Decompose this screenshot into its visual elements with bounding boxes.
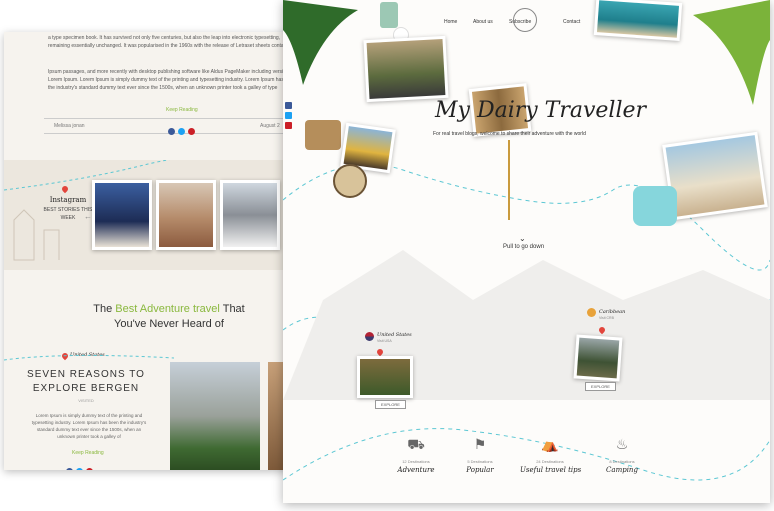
pinterest-icon[interactable] bbox=[285, 122, 292, 129]
share-icons bbox=[168, 122, 198, 140]
us-flag-icon bbox=[365, 332, 374, 341]
heading-text: That bbox=[222, 303, 245, 315]
nav-about[interactable]: About us bbox=[473, 19, 493, 25]
category-sub: 24 Destinations bbox=[536, 459, 564, 464]
site-title: My Dairy Traveller bbox=[435, 98, 647, 123]
keep-reading-link[interactable]: Keep Reading bbox=[166, 107, 198, 113]
instagram-section: Instagram BEST STORIES THIS WEEK ← bbox=[4, 160, 298, 270]
share-icons bbox=[66, 462, 96, 470]
category-camping[interactable]: Camping bbox=[597, 466, 647, 474]
article-image[interactable] bbox=[170, 362, 260, 470]
post-date: August 2 bbox=[260, 123, 280, 129]
twitter-icon[interactable] bbox=[76, 468, 83, 470]
article-title[interactable]: SEVEN REASONS TO EXPLORE BERGEN bbox=[24, 368, 148, 396]
category-sub: 12 Destinations bbox=[402, 459, 430, 464]
hero-photo[interactable] bbox=[363, 35, 449, 103]
back-page-preview: a type specimen book. It has survived no… bbox=[4, 32, 298, 470]
camera-icon bbox=[633, 186, 677, 226]
bag-icon bbox=[305, 120, 341, 150]
article-paragraph: Ipsum passages, and more recently with d… bbox=[48, 69, 297, 91]
nav-home[interactable]: Home bbox=[444, 19, 457, 25]
map-photo[interactable] bbox=[357, 356, 413, 398]
map-sub: Visit CRB bbox=[599, 316, 614, 320]
side-social bbox=[285, 102, 295, 129]
twitter-icon[interactable] bbox=[178, 128, 185, 135]
campfire-icon: ♨ bbox=[615, 436, 629, 452]
hero-photo[interactable] bbox=[662, 131, 768, 221]
chevron-down-icon[interactable]: ⌄ bbox=[519, 234, 526, 243]
caribbean-flag-icon bbox=[587, 308, 596, 317]
map-country: Caribbean bbox=[599, 309, 626, 315]
facebook-icon[interactable] bbox=[66, 468, 73, 470]
keep-reading-link[interactable]: Keep Reading bbox=[72, 450, 104, 456]
pinterest-icon[interactable] bbox=[86, 468, 93, 470]
article-visitors: VISITED bbox=[78, 398, 94, 403]
arrow-left-icon[interactable]: ← bbox=[84, 212, 92, 221]
backpack-icon: ⛺ bbox=[541, 436, 559, 452]
instagram-photo[interactable] bbox=[92, 180, 152, 250]
hero-photo[interactable] bbox=[593, 0, 683, 41]
map-sub: Visit USA bbox=[377, 339, 392, 343]
palm-leaf-icon bbox=[283, 0, 358, 85]
signpost-icon: ⚑ bbox=[473, 436, 487, 452]
category-sub: 5 Destinations bbox=[467, 459, 493, 464]
compass-icon bbox=[513, 8, 537, 32]
article-paragraph: a type specimen book. It has survived no… bbox=[48, 35, 295, 49]
nav-contact[interactable]: Contact bbox=[563, 19, 580, 25]
category-sub: 8 Destinations bbox=[609, 459, 635, 464]
route-line bbox=[4, 354, 174, 361]
instagram-title: Instagram bbox=[49, 196, 87, 204]
section-heading: The Best Adventure travel That You've Ne… bbox=[64, 302, 274, 332]
author-name: Melissa jonan bbox=[54, 123, 85, 129]
van-icon: ⛟ bbox=[407, 436, 425, 452]
explore-tag[interactable]: EXPLORE bbox=[585, 382, 616, 391]
facebook-icon[interactable] bbox=[168, 128, 175, 135]
statue-of-liberty-icon bbox=[380, 2, 398, 28]
pinterest-icon[interactable] bbox=[188, 128, 195, 135]
facebook-icon[interactable] bbox=[285, 102, 292, 109]
heading-text: You've Never Heard of bbox=[114, 318, 224, 330]
category-adventure[interactable]: Adventure bbox=[391, 466, 441, 474]
article-excerpt: Lorem Ipsum is simply dummy text of the … bbox=[31, 413, 147, 439]
palm-leaf-icon bbox=[693, 0, 770, 105]
explore-tag[interactable]: EXPLORE bbox=[375, 400, 406, 409]
site-subtitle: For real travel blogs, welcome to share … bbox=[433, 131, 586, 137]
twitter-icon[interactable] bbox=[285, 112, 292, 119]
category-popular[interactable]: Popular bbox=[455, 466, 505, 474]
pull-down-label[interactable]: Pull to go down bbox=[503, 244, 544, 250]
front-page-preview: Home About us Subscribe Contact My Dairy… bbox=[283, 0, 770, 503]
category-useful-tips[interactable]: Useful travel tips bbox=[520, 466, 581, 474]
heading-highlight: Best Adventure bbox=[115, 303, 190, 315]
bookmark-ribbon bbox=[508, 140, 510, 220]
heading-text: The bbox=[93, 303, 113, 315]
heading-highlight: travel bbox=[192, 303, 220, 315]
map-country: United States bbox=[377, 332, 412, 338]
article-meta-bar: Melissa jonan August 2 bbox=[44, 118, 294, 135]
instagram-photo[interactable] bbox=[156, 180, 216, 250]
compass-icon bbox=[333, 164, 367, 198]
instagram-photo[interactable] bbox=[220, 180, 280, 250]
map-photo[interactable] bbox=[573, 334, 623, 382]
